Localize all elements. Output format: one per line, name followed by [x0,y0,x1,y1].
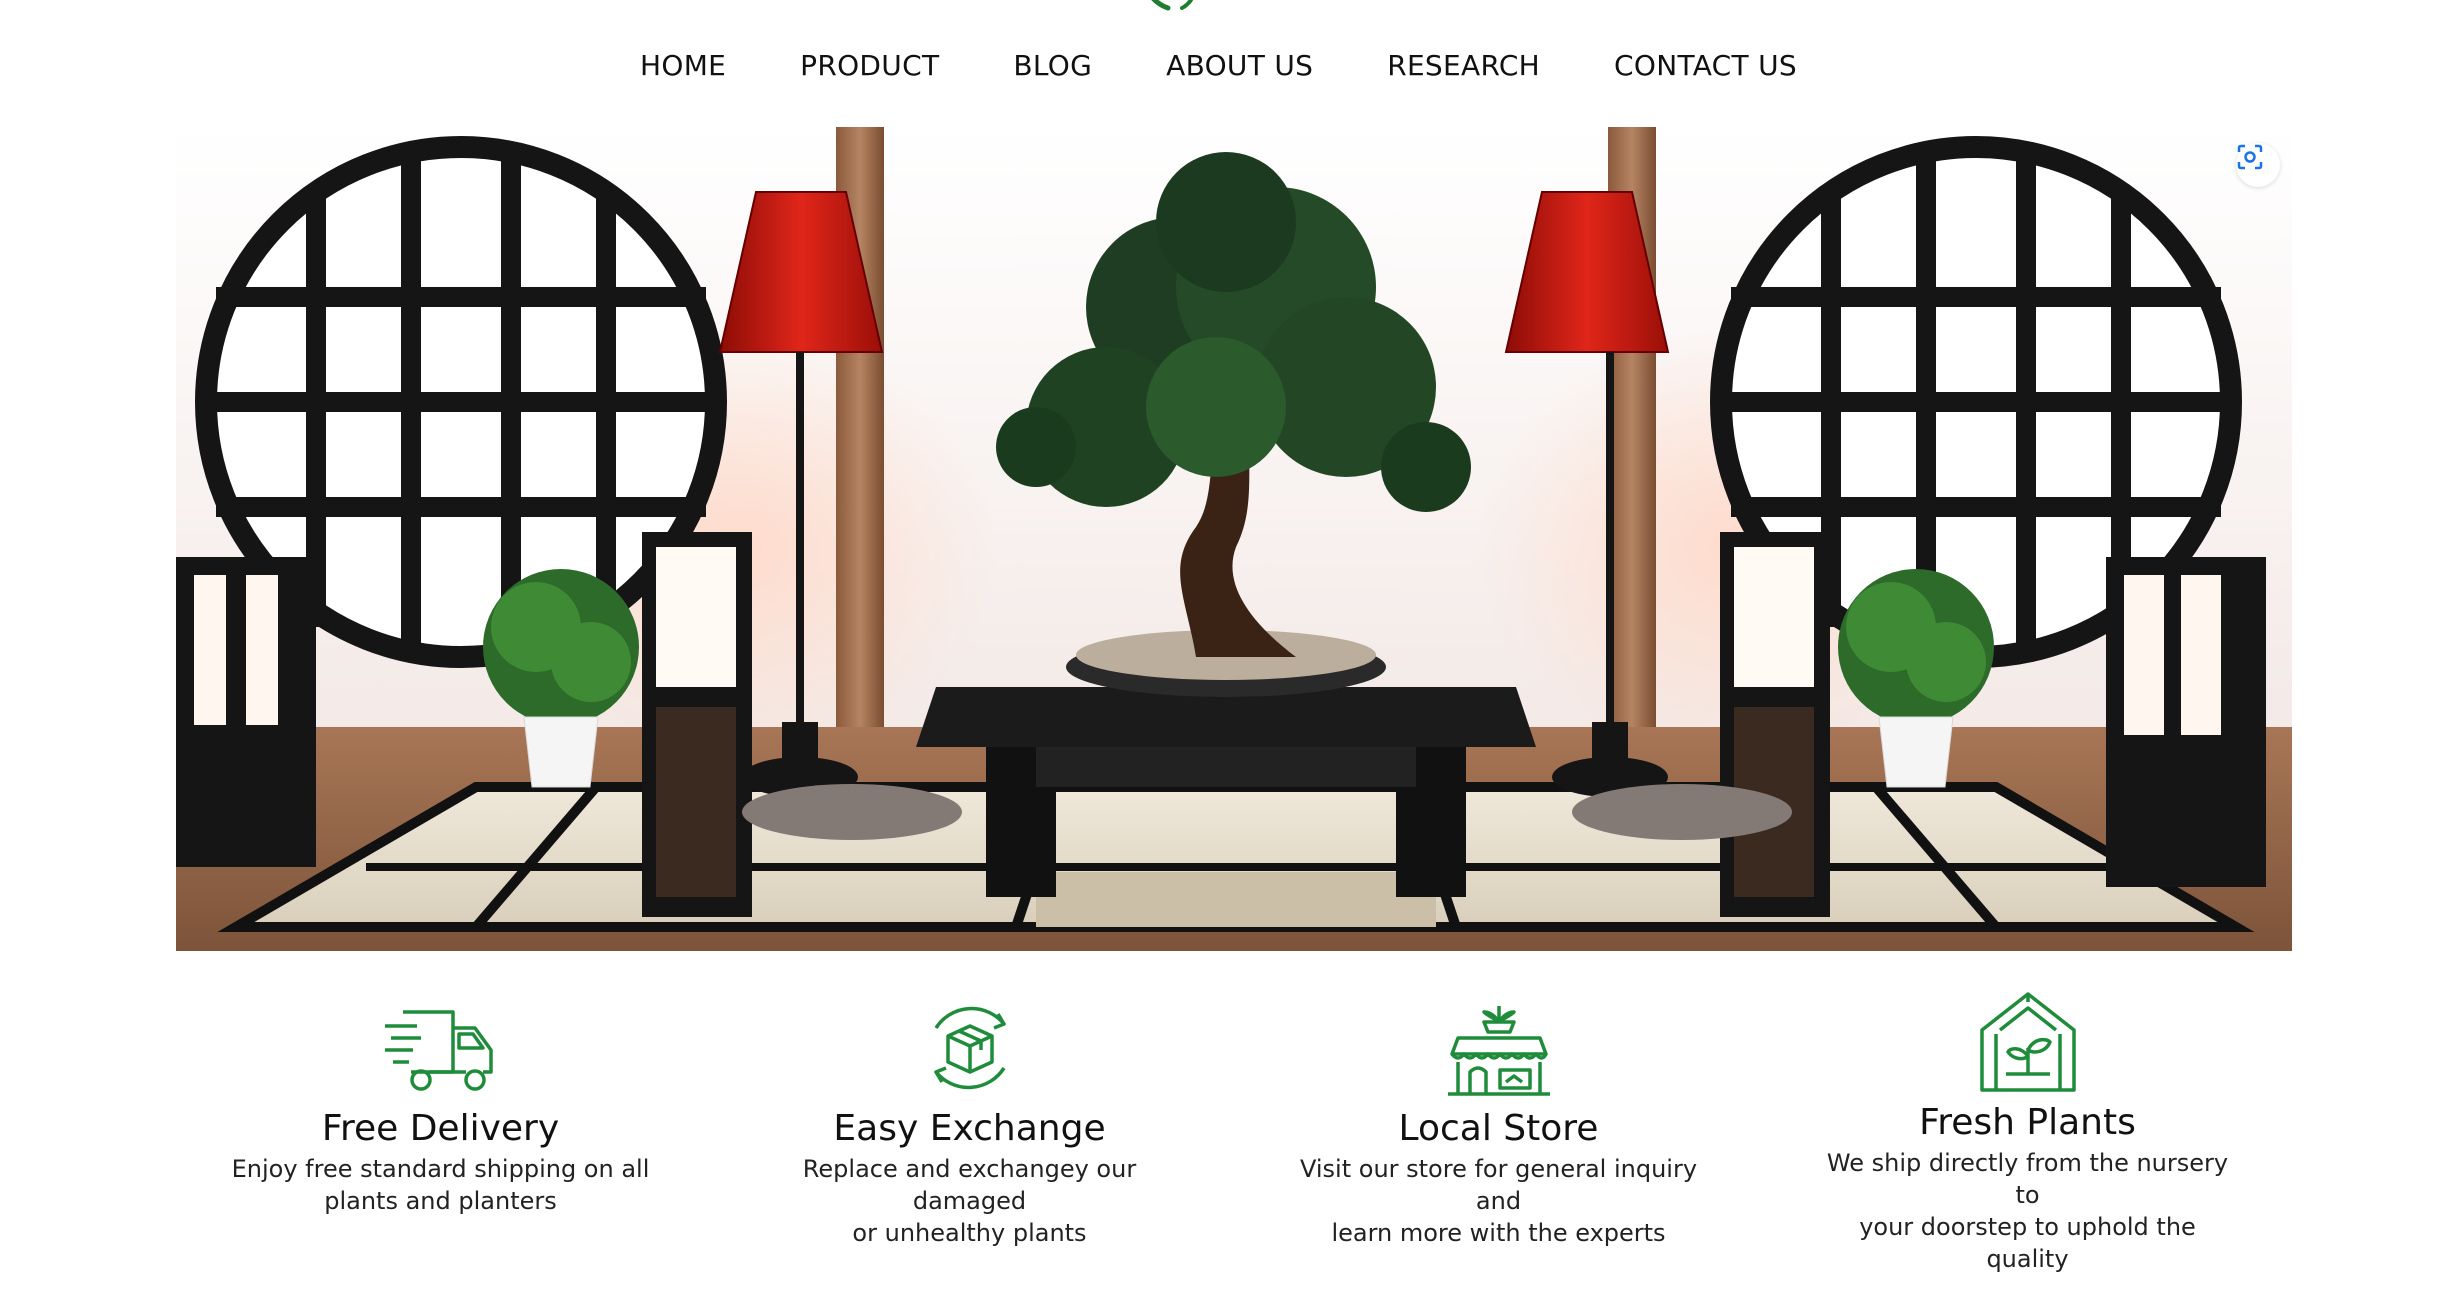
feature-title: Free Delivery [321,1108,560,1149]
lantern-right [1720,532,1830,917]
feature-description: Replace and exchangey our damaged or unh… [802,1155,1137,1247]
feature-description: We ship directly from the nursery to you… [1826,1149,2229,1273]
feature-local-store: Local Store Visit our store for general … [1234,990,1763,1250]
logo-fragment[interactable] [1130,0,1210,12]
nav-home[interactable]: HOME [640,49,726,82]
store-icon [1447,1006,1550,1096]
feature-title: Local Store [1398,1108,1599,1149]
feature-free-delivery: Free Delivery Enjoy free standard shippi… [176,990,705,1250]
feature-description: Enjoy free standard shipping on all plan… [231,1155,650,1215]
exchange-box-icon [933,1006,1006,1090]
feature-easy-exchange: Easy Exchange Replace and exchangey our … [705,990,1234,1250]
visual-search-icon [2237,144,2263,170]
features-row: Free Delivery Enjoy free standard shippi… [176,990,2292,1273]
feature-description: Visit our store for general inquiry and … [1299,1155,1698,1247]
page: HOME PRODUCT BLOG ABOUT US RESEARCH CONT… [0,0,2437,1300]
hero-image [176,127,2292,951]
feature-fresh-plants: Fresh Plants We ship directly from the n… [1763,990,2292,1273]
visual-search-button[interactable] [2236,143,2280,187]
feature-title: Easy Exchange [833,1108,1106,1149]
nav-blog[interactable]: BLOG [1013,49,1092,82]
feature-title: Fresh Plants [1919,1102,2136,1143]
delivery-truck-icon [384,1010,493,1091]
lantern-far-left [176,557,316,867]
main-nav: HOME PRODUCT BLOG ABOUT US RESEARCH CONT… [0,40,2437,90]
japanese-room-illustration [176,127,2292,951]
nav-product[interactable]: PRODUCT [800,49,939,82]
nav-research[interactable]: RESEARCH [1387,49,1540,82]
greenhouse-plant-icon [1979,992,2076,1092]
lantern-left [642,532,752,917]
nav-contact-us[interactable]: CONTACT US [1614,49,1797,82]
lantern-far-right [2106,557,2266,887]
nav-about-us[interactable]: ABOUT US [1166,49,1313,82]
